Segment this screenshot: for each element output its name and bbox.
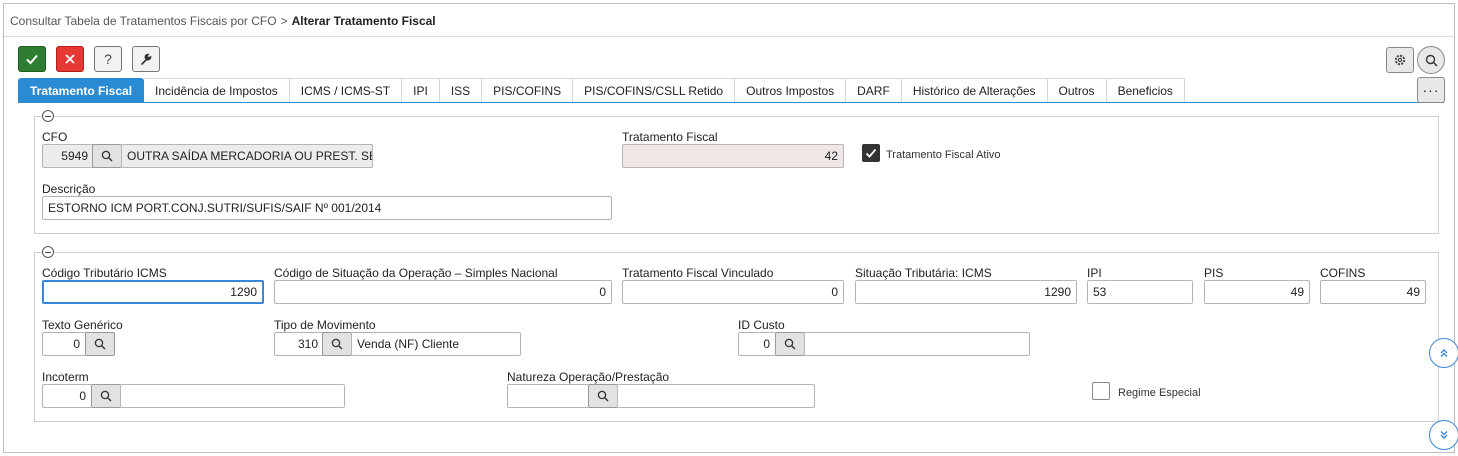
double-chevron-down-icon — [1438, 429, 1450, 441]
codigo-tributario-label: Código Tributário ICMS — [42, 266, 167, 280]
natureza-operacao-label: Natureza Operação/Prestação — [507, 370, 670, 384]
breadcrumb-current: Alterar Tratamento Fiscal — [291, 14, 436, 28]
tab-beneficios[interactable]: Beneficios — [1106, 78, 1185, 102]
incoterm-input[interactable]: 0 — [42, 384, 92, 408]
csosn-label: Código de Situação da Operação – Simples… — [274, 266, 558, 280]
search-icon — [1425, 54, 1438, 67]
close-icon — [64, 53, 76, 65]
search-button[interactable] — [1417, 46, 1445, 74]
id-custo-input[interactable]: 0 — [738, 332, 776, 356]
settings-button[interactable] — [1386, 47, 1414, 73]
search-icon — [597, 390, 609, 402]
tipo-movimento-search-button[interactable] — [322, 332, 352, 356]
tab-pis-cofins-csll-retido[interactable]: PIS/COFINS/CSLL Retido — [573, 78, 736, 102]
regime-especial-label: Regime Especial — [1118, 387, 1201, 399]
check-icon — [865, 147, 877, 159]
texto-generico-input[interactable]: 0 — [42, 332, 86, 356]
pis-label: PIS — [1204, 266, 1224, 280]
check-icon — [25, 52, 39, 66]
incoterm-label: Incoterm — [42, 370, 89, 384]
cfo-label: CFO — [42, 130, 68, 144]
tab-ipi[interactable]: IPI — [402, 78, 440, 102]
scroll-down-button[interactable] — [1429, 420, 1458, 450]
tipo-movimento-code-input[interactable]: 310 — [274, 332, 324, 356]
ativo-checkbox-label: Tratamento Fiscal Ativo — [886, 149, 1001, 161]
incoterm-search-button[interactable] — [91, 384, 121, 408]
natureza-operacao-search-button[interactable] — [588, 384, 618, 408]
descricao-label: Descrição — [42, 182, 96, 196]
cofins-input[interactable]: 49 — [1320, 280, 1426, 304]
wrench-icon — [139, 52, 153, 66]
tab-underline — [18, 102, 1444, 103]
tab-outros-impostos[interactable]: Outros Impostos — [735, 78, 847, 102]
search-icon — [784, 338, 796, 350]
help-icon: ? — [104, 51, 112, 67]
id-custo-desc-input[interactable] — [804, 332, 1030, 356]
tab-tratamento-fiscal[interactable]: Tratamento Fiscal — [18, 78, 145, 102]
confirm-button[interactable] — [18, 46, 46, 72]
tab-outros[interactable]: Outros — [1047, 78, 1107, 102]
vinculado-input[interactable]: 0 — [622, 280, 844, 304]
situacao-tributaria-input[interactable]: 1290 — [855, 280, 1077, 304]
search-icon — [100, 390, 112, 402]
tratamento-fiscal-label: Tratamento Fiscal — [622, 130, 718, 144]
collapse-icon[interactable] — [42, 110, 54, 122]
descricao-input[interactable]: ESTORNO ICM PORT.CONJ.SUTRI/SUFIS/SAIF N… — [42, 196, 612, 220]
more-options-button[interactable]: ··· — [1417, 77, 1445, 103]
natureza-operacao-desc-input[interactable] — [617, 384, 815, 408]
search-icon — [94, 338, 106, 350]
csosn-input[interactable]: 0 — [274, 280, 612, 304]
cfo-description-input[interactable]: OUTRA SAÍDA MERCADORIA OU PREST. SERVIÇO — [121, 144, 373, 168]
incoterm-desc-input[interactable] — [120, 384, 345, 408]
regime-especial-checkbox[interactable] — [1092, 382, 1110, 400]
breadcrumb: Consultar Tabela de Tratamentos Fiscais … — [10, 14, 436, 28]
collapse-icon[interactable] — [42, 246, 54, 258]
cfo-code-input[interactable]: 5949 — [42, 144, 94, 168]
search-icon — [331, 338, 343, 350]
texto-generico-label: Texto Genérico — [42, 318, 123, 332]
tab-icms-st[interactable]: ICMS / ICMS-ST — [289, 78, 403, 102]
double-chevron-up-icon — [1438, 347, 1450, 359]
tools-button[interactable] — [132, 46, 160, 72]
cancel-button[interactable] — [56, 46, 84, 72]
ipi-input[interactable]: 53 — [1087, 280, 1193, 304]
cofins-label: COFINS — [1320, 266, 1366, 280]
scroll-up-button[interactable] — [1429, 338, 1458, 368]
gear-icon — [1393, 53, 1407, 67]
tipo-movimento-label: Tipo de Movimento — [274, 318, 376, 332]
header-divider — [4, 36, 1454, 37]
vinculado-label: Tratamento Fiscal Vinculado — [622, 266, 774, 280]
tab-incidencia-impostos[interactable]: Incidência de Impostos — [144, 78, 290, 102]
breadcrumb-parent[interactable]: Consultar Tabela de Tratamentos Fiscais … — [10, 14, 277, 28]
id-custo-label: ID Custo — [738, 318, 785, 332]
page-frame: Consultar Tabela de Tratamentos Fiscais … — [3, 3, 1458, 453]
search-icon — [101, 150, 113, 162]
breadcrumb-separator: > — [280, 14, 288, 28]
ativo-checkbox[interactable] — [862, 144, 880, 162]
tratamento-fiscal-input[interactable]: 42 — [622, 144, 844, 168]
situacao-tributaria-label: Situação Tributária: ICMS — [855, 266, 992, 280]
codigo-tributario-input[interactable]: 1290 — [42, 280, 264, 304]
natureza-operacao-input[interactable] — [507, 384, 589, 408]
id-custo-search-button[interactable] — [775, 332, 805, 356]
cfo-search-button[interactable] — [92, 144, 122, 168]
tab-darf[interactable]: DARF — [846, 78, 902, 102]
texto-generico-search-button[interactable] — [85, 332, 115, 356]
tab-bar: Tratamento Fiscal Incidência de Impostos… — [18, 78, 1185, 102]
help-button[interactable]: ? — [94, 46, 122, 72]
pis-input[interactable]: 49 — [1204, 280, 1310, 304]
tab-pis-cofins[interactable]: PIS/COFINS — [482, 78, 574, 102]
tab-historico-alteracoes[interactable]: Histórico de Alterações — [901, 78, 1048, 102]
ipi-label: IPI — [1087, 266, 1102, 280]
tab-iss[interactable]: ISS — [439, 78, 483, 102]
tipo-movimento-desc-input[interactable]: Venda (NF) Cliente — [351, 332, 521, 356]
